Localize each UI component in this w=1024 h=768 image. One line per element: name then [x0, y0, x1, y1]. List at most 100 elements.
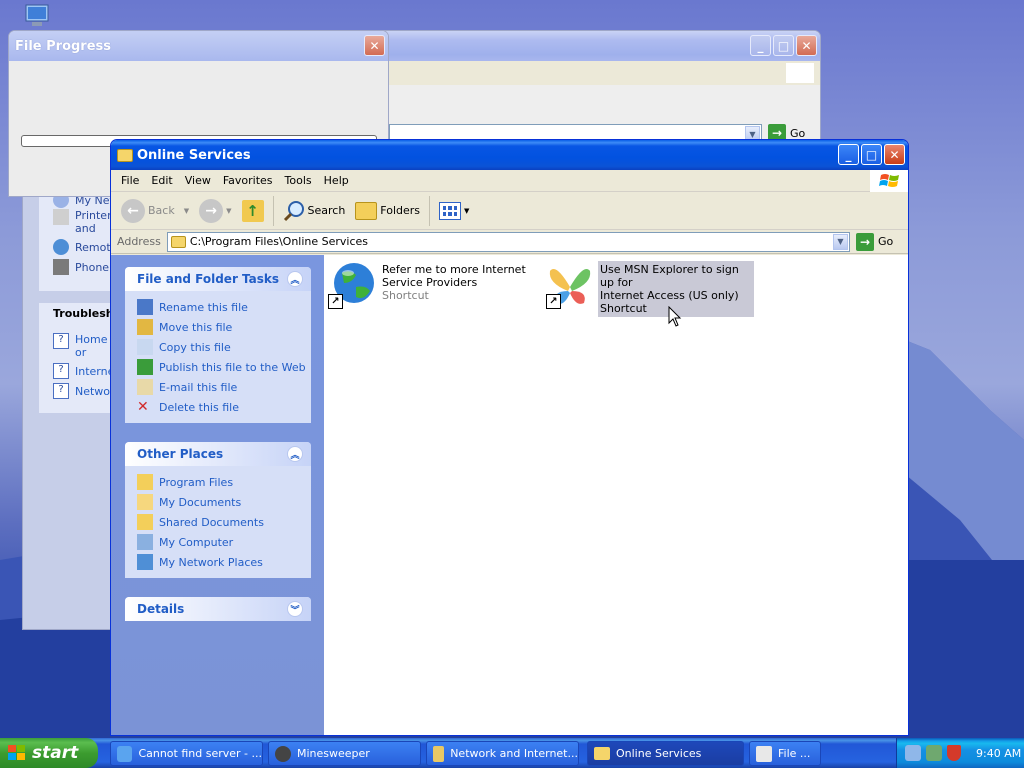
- file-item-isp-shortcut[interactable]: ↗ Refer me to more Internet Service Prov…: [328, 261, 534, 309]
- search-icon: [283, 200, 305, 222]
- menu-tools[interactable]: Tools: [279, 174, 318, 187]
- task-link[interactable]: Shared Documents: [137, 512, 311, 532]
- collapse-icon[interactable]: ︽: [287, 446, 303, 462]
- start-button[interactable]: start: [0, 738, 98, 768]
- help-icon: ?: [53, 333, 69, 349]
- collapse-icon[interactable]: ︽: [287, 271, 303, 287]
- side-item[interactable]: Phone and...: [39, 257, 113, 277]
- task-file-progress-button[interactable]: File ...: [749, 741, 821, 766]
- address-value: C:\Program Files\Online Services: [189, 235, 369, 248]
- security-shield-icon[interactable]: [947, 745, 961, 761]
- explorer-titlebar[interactable]: Online Services _ □ ✕: [111, 140, 908, 170]
- back-button[interactable]: ← Back ▼: [117, 195, 193, 227]
- close-button[interactable]: ✕: [364, 35, 385, 56]
- task-online-services-button[interactable]: Online Services: [587, 741, 744, 766]
- folder-icon: [594, 747, 610, 760]
- clock: 9:40 AM: [976, 746, 1022, 760]
- expand-icon[interactable]: ︾: [287, 601, 303, 617]
- back-arrow-icon: ←: [121, 198, 145, 223]
- publish-icon: [137, 359, 153, 375]
- tasks-list: Rename this file Move this file Copy this …: [125, 291, 311, 423]
- safely-remove-icon[interactable]: [905, 745, 921, 761]
- close-button[interactable]: ✕: [884, 144, 905, 165]
- toolbar-separator: [429, 195, 431, 226]
- maximize-button[interactable]: □: [861, 144, 882, 165]
- up-folder-icon: ↑: [241, 199, 264, 222]
- network-status-icon[interactable]: [926, 745, 942, 761]
- maximize-button[interactable]: □: [773, 35, 794, 56]
- phone-icon: [53, 259, 69, 275]
- shortcut-arrow-icon: ↗: [328, 294, 343, 309]
- minesweeper-icon: [275, 745, 291, 762]
- menu-edit[interactable]: Edit: [145, 174, 178, 187]
- taskbar: start Cannot find server - ... Minesweep…: [0, 738, 1024, 768]
- minimize-button[interactable]: _: [750, 35, 771, 56]
- email-icon: [137, 379, 153, 395]
- panel-header[interactable]: File and Folder Tasks ︽: [125, 267, 311, 291]
- task-link[interactable]: Program Files: [137, 472, 311, 492]
- places-list: Program Files My Documents Shared Document…: [125, 466, 311, 578]
- task-link[interactable]: ✕ Delete this file: [137, 397, 311, 417]
- side-item[interactable]: Printers and Other Hardware: [39, 209, 113, 237]
- standard-toolbar: ← Back ▼ → ▼ ↑ Search Folders ▼: [111, 192, 908, 230]
- mouse-cursor-icon: [668, 306, 682, 327]
- menu-file[interactable]: File: [115, 174, 145, 187]
- task-link[interactable]: Publish this file to the Web: [137, 357, 311, 377]
- task-ie-button[interactable]: Cannot find server - ...: [110, 741, 263, 766]
- task-link[interactable]: My Network Places: [137, 552, 311, 572]
- task-link[interactable]: E-mail this file: [137, 377, 311, 397]
- folder-icon: [170, 235, 186, 248]
- side-item[interactable]: Remote: [39, 237, 117, 257]
- copy-icon: [137, 339, 153, 355]
- menu-favorites[interactable]: Favorites: [217, 174, 279, 187]
- folders-button[interactable]: Folders: [351, 195, 424, 227]
- help-icon: ?: [53, 383, 69, 399]
- other-places-panel: Other Places ︽ Program Files My Documents S…: [125, 442, 311, 578]
- panel-header[interactable]: Details ︾: [125, 597, 311, 621]
- task-link[interactable]: Rename this file: [137, 297, 311, 317]
- desktop-computer-icon[interactable]: [22, 3, 56, 31]
- windows-logo-icon: [786, 63, 814, 83]
- minimize-button[interactable]: _: [838, 144, 859, 165]
- menu-view[interactable]: View: [179, 174, 217, 187]
- troubleshoot-item[interactable]: ?Network Diagnostics: [39, 381, 113, 401]
- task-link[interactable]: Move this file: [137, 317, 311, 337]
- folder-icon: [137, 474, 153, 490]
- globe-icon: ↗: [328, 261, 376, 309]
- task-link[interactable]: My Documents: [137, 492, 311, 512]
- views-button[interactable]: ▼: [435, 195, 473, 227]
- menu-help[interactable]: Help: [318, 174, 355, 187]
- panel-header[interactable]: Other Places ︽: [125, 442, 311, 466]
- troubleshoot-item[interactable]: ?Internet Explorer: [39, 361, 113, 381]
- delete-icon: ✕: [137, 399, 149, 415]
- forward-arrow-icon: →: [199, 198, 224, 223]
- task-network-button[interactable]: Network and Internet...: [426, 741, 579, 766]
- address-dropdown-button[interactable]: ▼: [833, 233, 848, 250]
- printer-icon: [53, 209, 69, 225]
- task-minesweeper-button[interactable]: Minesweeper: [268, 741, 421, 766]
- windows-logo-icon: [8, 745, 26, 761]
- search-button[interactable]: Search: [279, 195, 350, 227]
- file-folder-tasks-panel: File and Folder Tasks ︽ Rename this file M…: [125, 267, 311, 423]
- go-button[interactable]: → Go: [856, 232, 908, 251]
- network-folder-icon: [433, 745, 445, 762]
- msn-butterfly-icon: ↗: [546, 261, 594, 309]
- file-icon: [756, 745, 772, 762]
- troubleshoot-item[interactable]: ?Home or Small Office Networking: [39, 333, 113, 361]
- close-button[interactable]: ✕: [796, 35, 817, 56]
- task-link[interactable]: My Computer: [137, 532, 311, 552]
- folder-icon: [117, 148, 133, 162]
- file-list-area[interactable]: ↗ Refer me to more Internet Service Prov…: [324, 255, 908, 735]
- file-item-msn-shortcut[interactable]: ↗ Use MSN Explorer to sign up for Intern…: [546, 261, 786, 317]
- forward-button[interactable]: → ▼: [195, 195, 235, 227]
- chevron-down-icon: ▼: [226, 206, 232, 215]
- address-field[interactable]: C:\Program Files\Online Services ▼: [166, 231, 850, 252]
- up-folder-button[interactable]: ↑: [238, 195, 268, 227]
- online-services-window[interactable]: Online Services _ □ ✕ File Edit View Fav…: [110, 139, 909, 736]
- troubleshooters-title: Troubleshooters: [53, 307, 113, 320]
- file-progress-titlebar[interactable]: File Progress ✕: [9, 31, 388, 61]
- address-bar: Address C:\Program Files\Online Services…: [111, 230, 908, 254]
- task-link[interactable]: Copy this file: [137, 337, 311, 357]
- windows-logo-icon: [870, 170, 908, 192]
- folders-icon: [355, 201, 378, 220]
